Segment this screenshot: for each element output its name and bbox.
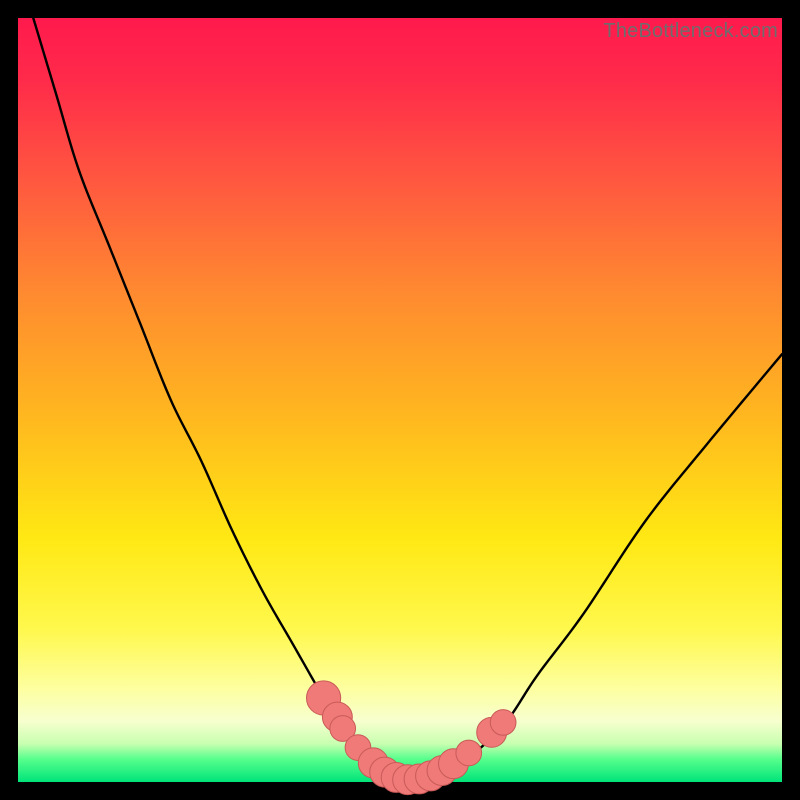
bottleneck-curve bbox=[33, 18, 782, 783]
curve-marker bbox=[490, 710, 516, 736]
curve-marker bbox=[456, 740, 482, 766]
plot-area bbox=[18, 18, 782, 782]
curve-markers bbox=[306, 681, 515, 795]
watermark-text: TheBottleneck.com bbox=[603, 20, 778, 43]
outer-frame: TheBottleneck.com bbox=[0, 0, 800, 800]
curve-svg bbox=[18, 18, 782, 782]
